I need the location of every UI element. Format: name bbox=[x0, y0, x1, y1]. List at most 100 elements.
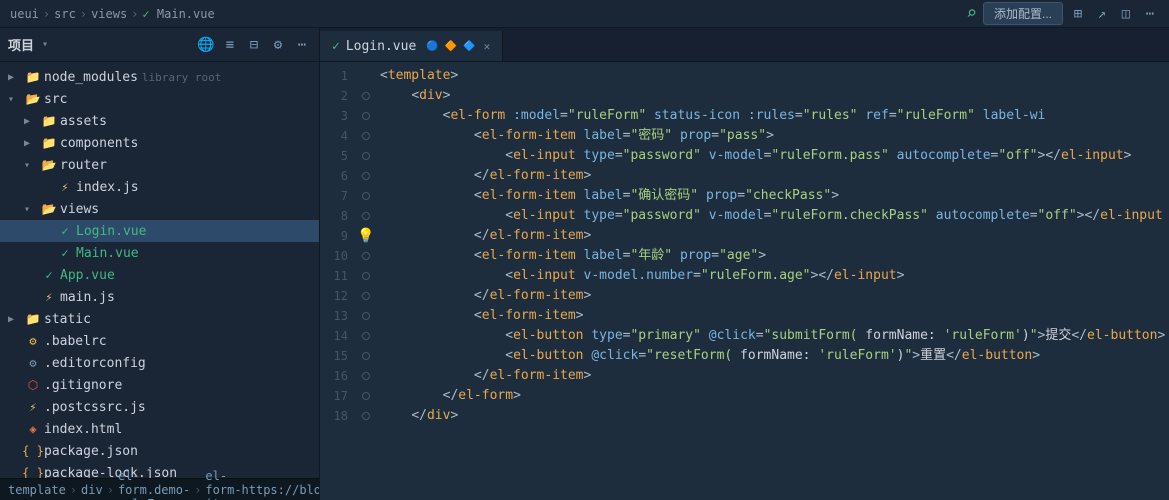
arrow-icon: ▶ bbox=[8, 72, 24, 83]
sidebar-item-node-modules[interactable]: ▶ 📁 node_modules library root bbox=[0, 66, 319, 88]
sidebar-item-views[interactable]: ▾ 📂 views bbox=[0, 198, 319, 220]
status-bar: template › div › el-form.demo-ruleForm ›… bbox=[0, 478, 319, 500]
folder-icon: 📁 bbox=[24, 312, 42, 326]
icon2[interactable]: ↗ bbox=[1093, 5, 1111, 23]
sidebar-item-router[interactable]: ▾ 📂 router bbox=[0, 154, 319, 176]
sidebar-item-main-js[interactable]: ⚡ main.js bbox=[0, 286, 319, 308]
gutter-dot bbox=[362, 212, 370, 220]
tab-label: Login.vue bbox=[346, 39, 416, 54]
tree-label: App.vue bbox=[60, 268, 115, 283]
sidebar-item-gitignore[interactable]: ⬡ .gitignore bbox=[0, 374, 319, 396]
icon4[interactable]: ⋯ bbox=[1141, 5, 1159, 23]
arrow-icon: ▾ bbox=[24, 160, 40, 171]
git-icon: ⬡ bbox=[24, 378, 42, 392]
folder-icon: 📂 bbox=[40, 202, 58, 216]
add-config-button[interactable]: 添加配置... bbox=[983, 2, 1063, 25]
tree-label: router bbox=[60, 158, 107, 173]
gutter-dot bbox=[362, 412, 370, 420]
icon3[interactable]: ◫ bbox=[1117, 5, 1135, 23]
code-line-3: 3 <el-form :model="ruleForm" status-icon… bbox=[320, 106, 1169, 126]
gutter-dot bbox=[362, 372, 370, 380]
tree-label: main.js bbox=[60, 290, 115, 305]
vue-icon: ✓ bbox=[332, 39, 340, 54]
code-line-8: 8 <el-input type="password" v-model="rul… bbox=[320, 206, 1169, 226]
gutter-dot bbox=[362, 152, 370, 160]
tree-label: .gitignore bbox=[44, 378, 122, 393]
code-line-15: 15 <el-button @click="resetForm( formNam… bbox=[320, 346, 1169, 366]
editor-content[interactable]: 1 <template> 2 <div> 3 <el-form :model="… bbox=[320, 62, 1169, 500]
bc-views: views bbox=[91, 7, 127, 21]
folder-icon: 📂 bbox=[24, 92, 42, 106]
arrow-icon: ▶ bbox=[24, 116, 40, 127]
sidebar-item-babelrc[interactable]: ⚙ .babelrc bbox=[0, 330, 319, 352]
sidebar-arrow: ▾ bbox=[42, 39, 48, 50]
editor-area: ✓ Login.vue 🔵 🔶 🔷 ✕ 1 <template> 2 bbox=[320, 28, 1169, 500]
code-line-9: 9 💡 </el-form-item> bbox=[320, 226, 1169, 246]
sidebar-item-package-json[interactable]: { } package.json bbox=[0, 440, 319, 462]
code-line-7: 7 <el-form-item label="确认密码" prop="check… bbox=[320, 186, 1169, 206]
tree-label: Main.vue bbox=[76, 246, 139, 261]
icon1[interactable]: ⊞ bbox=[1069, 5, 1087, 23]
top-bar: ueui › src › views › ✓ Main.vue ⌕ 添加配置..… bbox=[0, 0, 1169, 28]
browser-icon-ff: 🔶 bbox=[445, 41, 457, 52]
tree-label: Login.vue bbox=[76, 224, 146, 239]
code-line-14: 14 <el-button type="primary" @click="sub… bbox=[320, 326, 1169, 346]
sidebar-item-main-vue[interactable]: ✓ Main.vue bbox=[0, 242, 319, 264]
sidebar-item-login-vue[interactable]: ✓ Login.vue bbox=[0, 220, 319, 242]
settings-icon[interactable]: ⚙ bbox=[269, 36, 287, 54]
code-line-10: 10 <el-form-item label="年龄" prop="age"> bbox=[320, 246, 1169, 266]
gutter-dot bbox=[362, 192, 370, 200]
search-icon: ⌕ bbox=[966, 3, 977, 24]
gutter-dot bbox=[362, 132, 370, 140]
code-line-13: 13 <el-form-item> bbox=[320, 306, 1169, 326]
sidebar-item-components[interactable]: ▶ 📁 components bbox=[0, 132, 319, 154]
top-bar-right: ⌕ 添加配置... ⊞ ↗ ◫ ⋯ bbox=[966, 2, 1159, 25]
folder-icon: 📁 bbox=[24, 70, 42, 84]
tree-label: .babelrc bbox=[44, 334, 107, 349]
tree-label: components bbox=[60, 136, 138, 151]
arrow-icon: ▶ bbox=[24, 138, 40, 149]
globe-icon[interactable]: 🌐 bbox=[197, 36, 215, 54]
arrow-icon: ▶ bbox=[8, 314, 24, 325]
tree-label: package.json bbox=[44, 444, 138, 459]
tree-label: static bbox=[44, 312, 91, 327]
js-file-icon: ⚡ bbox=[56, 180, 74, 194]
gutter-dot bbox=[362, 312, 370, 320]
sidebar-item-src[interactable]: ▾ 📂 src bbox=[0, 88, 319, 110]
code-line-18: 18 </div> bbox=[320, 406, 1169, 426]
tree-label: views bbox=[60, 202, 99, 217]
list-icon[interactable]: ≡ bbox=[221, 36, 239, 54]
tree-label: index.js bbox=[76, 180, 139, 195]
lib-label: library root bbox=[142, 71, 221, 84]
arrow-icon: ▾ bbox=[24, 204, 40, 215]
code-line-12: 12 </el-form-item> bbox=[320, 286, 1169, 306]
sidebar-item-editorconfig[interactable]: ⚙ .editorconfig bbox=[0, 352, 319, 374]
sidebar-item-static[interactable]: ▶ 📁 static bbox=[0, 308, 319, 330]
sb-div: div bbox=[81, 483, 103, 497]
gutter-dot bbox=[362, 112, 370, 120]
sidebar-item-router-index[interactable]: ⚡ index.js bbox=[0, 176, 319, 198]
editor-tab-login[interactable]: ✓ Login.vue 🔵 🔶 🔷 ✕ bbox=[320, 31, 503, 61]
sidebar-item-assets[interactable]: ▶ 📁 assets bbox=[0, 110, 319, 132]
tree-label: node_modules bbox=[44, 70, 138, 85]
code-line-4: 4 <el-form-item label="密码" prop="pass"> bbox=[320, 126, 1169, 146]
tree-label: .postcssrc.js bbox=[44, 400, 146, 415]
gutter-dot bbox=[362, 352, 370, 360]
split-icon[interactable]: ⊟ bbox=[245, 36, 263, 54]
code-line-1: 1 <template> bbox=[320, 66, 1169, 86]
breadcrumb: ueui › src › views › ✓ Main.vue bbox=[10, 7, 215, 21]
more-icon[interactable]: ⋯ bbox=[293, 36, 311, 54]
bc-file: ✓ Main.vue bbox=[142, 7, 214, 21]
vue-file-icon: ✓ bbox=[40, 268, 58, 282]
sidebar-item-postcssrc[interactable]: ⚡ .postcssrc.js bbox=[0, 396, 319, 418]
sidebar-item-index-html[interactable]: ◈ index.html bbox=[0, 418, 319, 440]
tree-label: index.html bbox=[44, 422, 122, 437]
js-file-icon: ⚡ bbox=[24, 400, 42, 414]
tab-close-icon[interactable]: ✕ bbox=[484, 40, 491, 53]
sb-elformitem: el-form-item bbox=[205, 469, 241, 500]
gutter-dot bbox=[362, 392, 370, 400]
sidebar-item-app-vue[interactable]: ✓ App.vue bbox=[0, 264, 319, 286]
json-icon: { } bbox=[24, 444, 42, 458]
status-breadcrumb: template › div › el-form.demo-ruleForm ›… bbox=[8, 469, 242, 500]
code-line-16: 16 </el-form-item> bbox=[320, 366, 1169, 386]
